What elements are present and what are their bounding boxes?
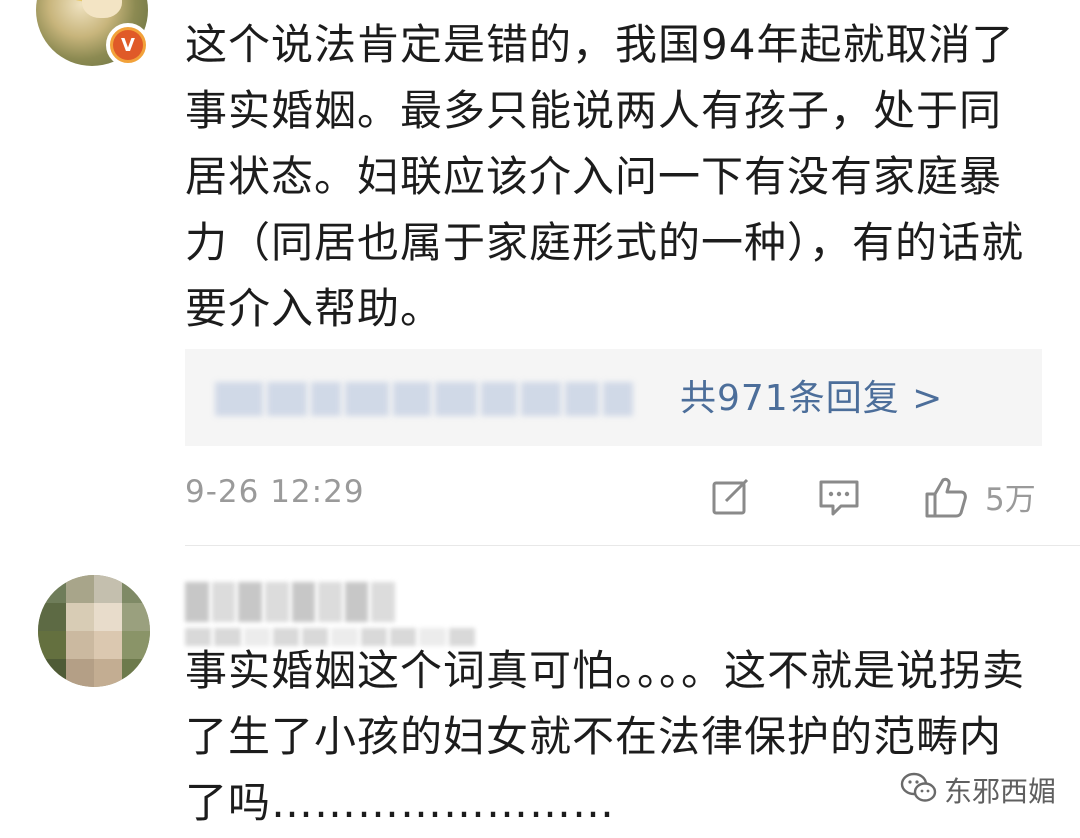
verified-badge-letter: V [113, 30, 143, 60]
thumbs-up-icon[interactable] [923, 474, 967, 518]
edit-repost-icon[interactable] [709, 474, 753, 518]
avatar[interactable] [38, 575, 150, 687]
comment-meta: 9-26 12:29 5万 [185, 470, 1055, 520]
avatar-face [82, 0, 122, 18]
replies-box[interactable]: 共971条回复 > [185, 349, 1042, 446]
like-count: 5万 [985, 482, 1036, 518]
view-replies-link[interactable]: 共971条回复 > [680, 371, 943, 427]
comment-icon[interactable] [817, 474, 861, 518]
comment-text: 这个说法肯定是错的，我国94年起就取消了事实婚姻。最多只能说两人有孩子，处于同居… [185, 20, 1025, 333]
timestamp: 9-26 12:29 [185, 474, 365, 510]
blurred-reply-names [215, 379, 645, 419]
comment-feed: V 这个说法肯定是错的，我国94年起就取消了事实婚姻。最多只能说两人有孩子，处于… [0, 0, 1080, 838]
watermark: 东邪西媚 [900, 768, 1056, 812]
verified-badge-icon: V [106, 23, 150, 67]
blurred-username[interactable] [185, 582, 395, 622]
wechat-icon [900, 771, 938, 809]
watermark-text: 东邪西媚 [944, 775, 1057, 808]
divider [185, 545, 1080, 546]
